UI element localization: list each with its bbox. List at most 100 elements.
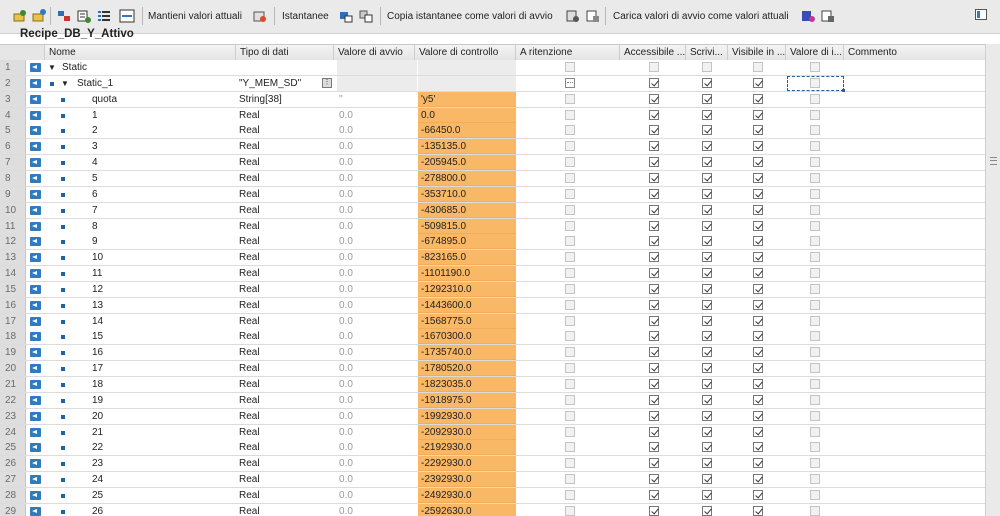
checkbox-retain[interactable]	[565, 506, 575, 516]
row-monitor-value[interactable]: -1292310.0	[418, 282, 516, 297]
header-name[interactable]: Nome	[45, 45, 236, 60]
table-row[interactable]: 6 3 Real 0.0 -135135.0	[0, 139, 985, 155]
row-start-value[interactable]: 0.0	[337, 250, 417, 265]
checkbox-sp[interactable]	[810, 427, 820, 437]
copy-snapshot-icon[interactable]	[565, 5, 581, 27]
row-start-value[interactable]: 0.0	[337, 488, 417, 503]
checkbox-acc[interactable]	[649, 157, 659, 167]
checkbox-wr[interactable]	[702, 252, 712, 262]
checkbox-retain[interactable]	[565, 173, 575, 183]
checkbox-sp[interactable]	[810, 363, 820, 373]
row-name[interactable]: 9	[92, 234, 236, 249]
table-row[interactable]: 12 9 Real 0.0 -674895.0	[0, 234, 985, 250]
checkbox-retain[interactable]	[565, 205, 575, 215]
checkbox-acc[interactable]	[649, 141, 659, 151]
checkbox-retain[interactable]	[565, 78, 575, 88]
load-start-values-button[interactable]: Carica valori di avvio come valori attua…	[613, 5, 789, 27]
checkbox-acc[interactable]	[649, 395, 659, 405]
table-row[interactable]: 14 11 Real 0.0 -1101190.0	[0, 266, 985, 282]
table-row[interactable]: 2 ▼ Static_1 "Y_MEM_SD" ⋮	[0, 76, 985, 92]
checkbox-wr[interactable]	[702, 173, 712, 183]
checkbox-acc[interactable]	[649, 411, 659, 421]
row-start-value[interactable]	[337, 76, 417, 91]
row-data-type[interactable]: Real	[239, 108, 334, 123]
header-accessible[interactable]: Accessibile ...	[620, 45, 686, 60]
checkbox-acc[interactable]	[649, 458, 659, 468]
vertical-scrollbar[interactable]	[985, 44, 1000, 516]
checkbox-acc[interactable]	[649, 300, 659, 310]
add-row-icon[interactable]	[31, 5, 47, 27]
checkbox-retain[interactable]	[565, 490, 575, 500]
checkbox-wr[interactable]	[702, 284, 712, 294]
checkbox-wr[interactable]	[702, 221, 712, 231]
load-start-values-icon[interactable]	[800, 5, 816, 27]
checkbox-vis[interactable]	[753, 141, 763, 151]
checkbox-retain[interactable]	[565, 141, 575, 151]
checkbox-retain[interactable]	[565, 252, 575, 262]
row-data-type[interactable]	[239, 60, 334, 75]
checkbox-retain[interactable]	[565, 157, 575, 167]
checkbox-retain[interactable]	[565, 94, 575, 104]
checkbox-acc[interactable]	[649, 331, 659, 341]
row-monitor-value[interactable]: -1670300.0	[418, 329, 516, 344]
checkbox-sp[interactable]	[810, 236, 820, 246]
checkbox-wr[interactable]	[702, 474, 712, 484]
row-monitor-value[interactable]: -1101190.0	[418, 266, 516, 281]
keep-actual-values-button[interactable]: Mantieni valori attuali	[148, 5, 242, 27]
header-visible[interactable]: Visibile in ...	[728, 45, 786, 60]
checkbox-sp[interactable]	[810, 379, 820, 389]
row-data-type[interactable]: Real	[239, 504, 334, 516]
row-name[interactable]: Static_1	[77, 76, 236, 91]
row-monitor-value[interactable]: -135135.0	[418, 139, 516, 154]
row-monitor-value[interactable]: -205945.0	[418, 155, 516, 170]
row-monitor-value[interactable]: -823165.0	[418, 250, 516, 265]
checkbox-sp[interactable]	[810, 506, 820, 516]
row-name[interactable]: 26	[92, 504, 236, 516]
checkbox-acc[interactable]	[649, 474, 659, 484]
checkbox-retain[interactable]	[565, 347, 575, 357]
row-name[interactable]: 14	[92, 314, 236, 329]
checkbox-wr[interactable]	[702, 125, 712, 135]
table-row[interactable]: 24 21 Real 0.0 -2092930.0	[0, 425, 985, 441]
header-comment[interactable]: Commento	[844, 45, 985, 60]
checkbox-retain[interactable]	[565, 363, 575, 373]
row-monitor-value[interactable]: -674895.0	[418, 234, 516, 249]
checkbox-sp[interactable]	[810, 490, 820, 500]
row-start-value[interactable]: 0.0	[337, 123, 417, 138]
checkbox-wr[interactable]	[702, 490, 712, 500]
table-row[interactable]: 3 quota String[38] '''y5'	[0, 92, 985, 108]
expand-icon[interactable]	[56, 5, 72, 27]
row-monitor-value[interactable]: -2292930.0	[418, 456, 516, 471]
checkbox-sp[interactable]	[810, 395, 820, 405]
row-monitor-value[interactable]	[418, 76, 516, 91]
checkbox-sp[interactable]	[810, 252, 820, 262]
header-write[interactable]: Scrivi...	[686, 45, 728, 60]
table-row[interactable]: 13 10 Real 0.0 -823165.0	[0, 250, 985, 266]
checkbox-wr[interactable]	[702, 268, 712, 278]
row-name[interactable]: 24	[92, 472, 236, 487]
row-data-type[interactable]: Real	[239, 472, 334, 487]
table-row[interactable]: 25 22 Real 0.0 -2192930.0	[0, 440, 985, 456]
checkbox-sp[interactable]	[810, 221, 820, 231]
checkbox-wr[interactable]	[702, 300, 712, 310]
row-name[interactable]: 5	[92, 171, 236, 186]
row-data-type[interactable]: Real	[239, 234, 334, 249]
checkbox-acc[interactable]	[649, 189, 659, 199]
row-name[interactable]: 6	[92, 187, 236, 202]
table-row[interactable]: 18 15 Real 0.0 -1670300.0	[0, 329, 985, 345]
row-data-type[interactable]: Real	[239, 139, 334, 154]
checkbox-vis[interactable]	[753, 110, 763, 120]
expand-toggle-icon[interactable]: ▼	[61, 76, 70, 91]
checkbox-vis[interactable]	[753, 331, 763, 341]
checkbox-sp[interactable]	[810, 331, 820, 341]
checkbox-retain[interactable]	[565, 379, 575, 389]
table-row[interactable]: 26 23 Real 0.0 -2292930.0	[0, 456, 985, 472]
row-name[interactable]: 17	[92, 361, 236, 376]
checkbox-wr[interactable]	[702, 62, 712, 72]
checkbox-sp[interactable]	[810, 125, 820, 135]
checkbox-retain[interactable]	[565, 474, 575, 484]
type-picker-button[interactable]: ⋮	[322, 78, 332, 88]
checkbox-wr[interactable]	[702, 379, 712, 389]
row-start-value[interactable]: 0.0	[337, 393, 417, 408]
row-monitor-value[interactable]: -1780520.0	[418, 361, 516, 376]
